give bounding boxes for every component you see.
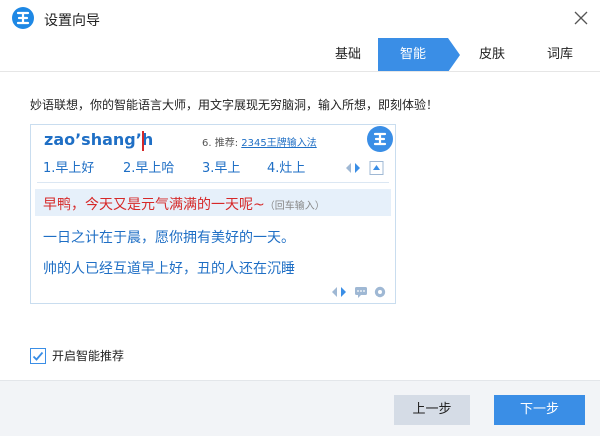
prev-arrow-icon bbox=[332, 287, 337, 297]
tab-active-arrow bbox=[448, 38, 460, 72]
tab-dictionary[interactable]: 词库 bbox=[528, 38, 592, 72]
feature-description: 妙语联想，你的智能语言大师，用文字展现无穷脑洞，输入所想，即刻体验！ bbox=[30, 98, 439, 112]
ime-logo-icon bbox=[367, 126, 393, 152]
smart-recommend-checkbox[interactable] bbox=[30, 348, 46, 364]
close-icon bbox=[574, 11, 588, 25]
next-page-icon bbox=[355, 163, 360, 173]
smart-suggestion-2[interactable]: 一日之计在于晨，愿你拥有美好的一天。 bbox=[43, 227, 295, 247]
smart-recommend-label[interactable]: 开启智能推荐 bbox=[52, 347, 124, 364]
smart-suggestion-3[interactable]: 帅的人已经互道早上好，丑的人还在沉睡 bbox=[43, 258, 295, 278]
candidate-3[interactable]: 3.早上 bbox=[202, 157, 240, 176]
candidate-1[interactable]: 1.早上好 bbox=[43, 157, 94, 176]
enter-hint: （回车输入） bbox=[264, 201, 325, 212]
prev-page-icon bbox=[346, 163, 351, 173]
candidate-2[interactable]: 2.早上哈 bbox=[123, 157, 174, 176]
next-arrow-icon bbox=[341, 287, 346, 297]
smart-suggestion-1[interactable]: 早鸭，今天又是元气满满的一天呢~（回车输入） bbox=[43, 194, 325, 214]
promo-link[interactable]: 2345王牌输入法 bbox=[241, 138, 316, 149]
gear-icon bbox=[374, 286, 386, 298]
next-button[interactable]: 下一步 bbox=[494, 395, 585, 425]
footer-bar: 上一步 下一步 bbox=[0, 380, 600, 436]
pinyin-composition: zao’shang’h bbox=[44, 130, 154, 149]
candidate-4[interactable]: 4.灶上 bbox=[267, 157, 305, 176]
app-logo-icon bbox=[12, 7, 34, 29]
promo-prefix: 6. 推荐: bbox=[202, 138, 239, 149]
tab-basic[interactable]: 基础 bbox=[318, 38, 378, 72]
promo-recommendation: 6. 推荐: 2345王牌输入法 bbox=[202, 134, 317, 149]
window-title: 设置向导 bbox=[44, 13, 100, 29]
title-bar: 设置向导 bbox=[0, 0, 600, 38]
text-caret bbox=[142, 131, 144, 151]
tab-skin[interactable]: 皮肤 bbox=[462, 38, 522, 72]
ime-preview-panel: zao’shang’h 6. 推荐: 2345王牌输入法 1.早上好 2.早上哈… bbox=[30, 124, 396, 304]
chat-bubble-icon bbox=[355, 287, 367, 298]
separator bbox=[37, 182, 389, 183]
suggestion-text: 早鸭，今天又是元气满满的一天呢~ bbox=[43, 197, 265, 213]
divider bbox=[0, 71, 600, 72]
candidate-pager[interactable] bbox=[345, 161, 389, 175]
previous-button[interactable]: 上一步 bbox=[394, 395, 470, 425]
wizard-steps: 基础 智能 皮肤 词库 bbox=[0, 38, 600, 72]
checkmark-icon bbox=[32, 351, 44, 361]
tab-smart[interactable]: 智能 bbox=[378, 38, 448, 72]
preview-toolbar[interactable] bbox=[331, 285, 391, 299]
close-button[interactable] bbox=[568, 6, 594, 30]
